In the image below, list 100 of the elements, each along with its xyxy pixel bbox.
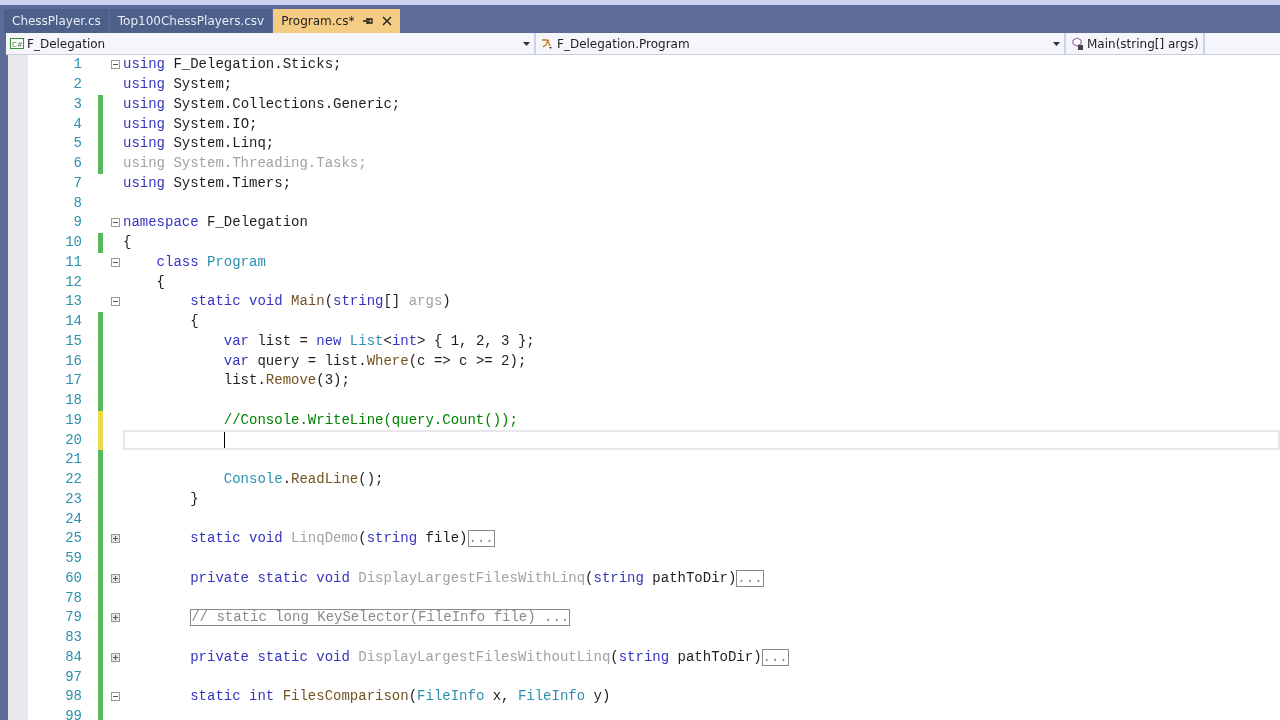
- collapsed-code-box[interactable]: // static long KeySelector(FileInfo file) ...: [190, 609, 571, 627]
- line-number: 78: [64, 588, 82, 608]
- code-token: Console: [222, 470, 283, 490]
- text-caret: [223, 432, 225, 449]
- line-number: 4: [72, 114, 82, 134]
- code-token: {: [123, 233, 132, 253]
- code-token: F_Delegation.Sticks;: [172, 55, 342, 75]
- code-token: args: [408, 292, 443, 312]
- close-icon: [382, 16, 393, 26]
- line-number: 23: [64, 489, 82, 509]
- code-token: y): [592, 687, 611, 707]
- code-token: using: [123, 75, 165, 95]
- code-token: list.: [222, 371, 266, 391]
- line-number: 6: [72, 154, 82, 174]
- code-token: query = list.: [256, 351, 367, 371]
- line-number: 98: [64, 687, 82, 707]
- line-number: 14: [64, 312, 82, 332]
- line-number: 16: [64, 351, 82, 371]
- line-number: 11: [64, 252, 82, 272]
- line-number: 24: [64, 509, 82, 529]
- code-token: using: [123, 173, 165, 193]
- line-number: 84: [64, 647, 82, 667]
- code-token: using: [123, 114, 165, 134]
- code-token: //Console.WriteLine(query.Count());: [222, 410, 518, 430]
- code-token: string: [333, 292, 384, 312]
- line-number: 21: [64, 450, 82, 470]
- collapsed-code-box[interactable]: ...: [736, 569, 764, 587]
- collapsed-code-box[interactable]: ...: [761, 648, 789, 666]
- class-icon: [540, 37, 554, 51]
- code-token: Program: [207, 252, 266, 272]
- expand-icon[interactable]: [110, 652, 120, 662]
- code-token: []: [383, 292, 402, 312]
- code-token: System.IO;: [172, 114, 258, 134]
- line-number: 10: [64, 233, 82, 253]
- line-number: 18: [64, 391, 82, 411]
- collapse-icon[interactable]: [110, 60, 120, 70]
- expand-icon[interactable]: [110, 613, 120, 623]
- code-token: static void: [189, 529, 284, 549]
- code-token: System.Timers;: [172, 173, 292, 193]
- collapse-icon[interactable]: [110, 297, 120, 307]
- line-number: 12: [64, 272, 82, 292]
- code-token: FileInfo: [517, 687, 586, 707]
- code-token: DisplayLargestFilesWithLinq: [358, 568, 586, 588]
- code-token: static void: [189, 292, 284, 312]
- code-token: <: [383, 331, 392, 351]
- code-token: FileInfo: [417, 687, 485, 707]
- editor-tab[interactable]: ChessPlayer.cs: [4, 9, 109, 33]
- collapsed-code-box[interactable]: ...: [467, 530, 495, 548]
- line-number: 17: [64, 371, 82, 391]
- code-token: Where: [366, 351, 409, 371]
- code-token: (: [408, 687, 418, 707]
- collapse-icon[interactable]: [110, 218, 120, 228]
- collapse-icon[interactable]: [110, 257, 120, 267]
- line-number: 25: [64, 529, 82, 549]
- code-token: List: [349, 331, 384, 351]
- line-number: 20: [64, 430, 82, 450]
- code-token: System.Linq;: [172, 134, 275, 154]
- line-number: 15: [64, 331, 82, 351]
- line-number: 60: [64, 568, 82, 588]
- code-token: (: [358, 529, 367, 549]
- line-number: 7: [72, 173, 82, 193]
- expand-icon[interactable]: [110, 573, 120, 583]
- editor-tab[interactable]: Top100ChessPlayers.csv: [109, 9, 273, 33]
- expand-icon[interactable]: [110, 534, 120, 544]
- code-token: x,: [491, 687, 511, 707]
- line-number: 13: [64, 292, 82, 312]
- line-number: 2: [72, 75, 82, 95]
- editor-tab[interactable]: Program.cs*: [273, 9, 401, 33]
- line-number: 99: [64, 707, 82, 720]
- code-token: class: [155, 252, 200, 272]
- code-token: .: [282, 470, 292, 490]
- code-token: int: [391, 331, 418, 351]
- line-number: 19: [64, 410, 82, 430]
- code-token: list =: [256, 331, 309, 351]
- code-token: System.Collections.Generic;: [172, 94, 401, 114]
- code-token: pathToDir): [651, 568, 737, 588]
- code-token: using: [123, 55, 165, 75]
- line-number: 97: [64, 667, 82, 687]
- code-token: (3);: [316, 371, 350, 391]
- code-token: new: [316, 331, 343, 351]
- dropdown-caret-icon: [523, 42, 530, 46]
- code-token: string: [618, 647, 670, 667]
- code-token: {: [189, 312, 199, 332]
- code-token: (: [324, 292, 334, 312]
- collapse-icon[interactable]: [110, 692, 120, 702]
- code-token: var: [222, 331, 250, 351]
- method-icon: [1070, 37, 1084, 51]
- line-number: 8: [72, 193, 82, 213]
- line-number: 83: [64, 628, 82, 648]
- code-token: string: [366, 529, 418, 549]
- code-token: (: [610, 647, 619, 667]
- code-token: FilesComparison: [282, 687, 409, 707]
- code-token: > { 1, 2, 3 };: [417, 331, 535, 351]
- line-number: 1: [72, 55, 82, 75]
- code-token: (: [585, 568, 594, 588]
- code-token: ): [442, 292, 451, 312]
- line-number: 59: [64, 549, 82, 569]
- line-number: 3: [72, 94, 82, 114]
- code-token: using: [123, 134, 165, 154]
- code-token: }: [189, 489, 199, 509]
